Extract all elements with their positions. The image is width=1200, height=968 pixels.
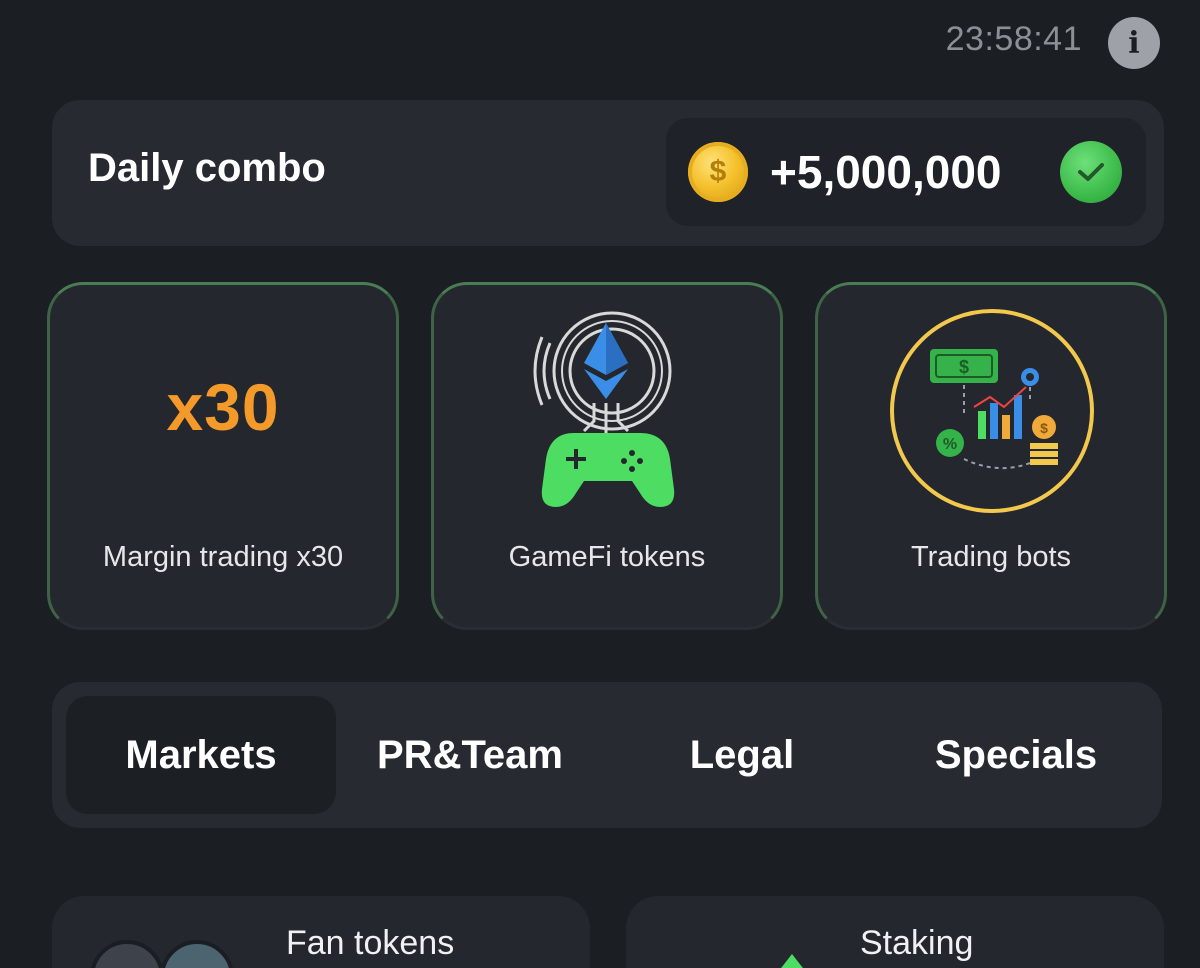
tab-pr-team[interactable]: PR&Team — [344, 696, 596, 814]
card-label: Fan tokens — [286, 924, 455, 962]
coin-symbol: $ — [709, 155, 727, 188]
daily-combo-panel: Daily combo $ +5,000,000 — [52, 100, 1164, 246]
card-gamefi-tokens[interactable]: GameFi tokens — [431, 282, 783, 630]
upgrades-screen: 23:58:41 i Daily combo $ +5,000,000 x30 … — [0, 0, 1200, 968]
combo-reward-amount: +5,000,000 — [770, 146, 1002, 198]
card-label: GameFi tokens — [508, 541, 706, 573]
card-label: Margin trading x30 — [102, 541, 344, 573]
gamefi-gamepad-icon — [533, 311, 675, 507]
fan-token-icon — [90, 940, 164, 968]
category-tabs: Markets PR&Team Legal Specials — [52, 682, 1162, 828]
card-trading-bots[interactable]: $ % $ Trading bots — [815, 282, 1167, 630]
svg-text:$: $ — [1040, 420, 1048, 436]
svg-text:$: $ — [959, 357, 969, 377]
card-label: Trading bots — [910, 541, 1072, 573]
staking-icon — [781, 954, 803, 968]
coin-icon: $ — [688, 142, 748, 202]
countdown-timer: 23:58:41 — [945, 20, 1082, 58]
card-staking[interactable]: Staking — [626, 896, 1164, 968]
tab-markets[interactable]: Markets — [66, 696, 336, 814]
tab-legal[interactable]: Legal — [614, 696, 870, 814]
combo-reward: $ +5,000,000 — [666, 118, 1146, 226]
info-icon[interactable]: i — [1108, 17, 1160, 69]
fan-token-icon — [160, 940, 234, 968]
checkmark-glyph — [1078, 163, 1104, 181]
daily-combo-title: Daily combo — [88, 146, 326, 190]
card-label: Staking — [860, 924, 974, 962]
trading-bots-icon: $ % $ — [890, 309, 1094, 513]
check-circle-icon — [1060, 141, 1122, 203]
card-margin-trading[interactable]: x30 Margin trading x30 — [47, 282, 399, 630]
x30-badge: x30 — [166, 370, 280, 444]
svg-text:%: % — [943, 436, 957, 453]
card-fan-tokens[interactable]: Fan tokens — [52, 896, 590, 968]
tab-specials[interactable]: Specials — [888, 696, 1144, 814]
